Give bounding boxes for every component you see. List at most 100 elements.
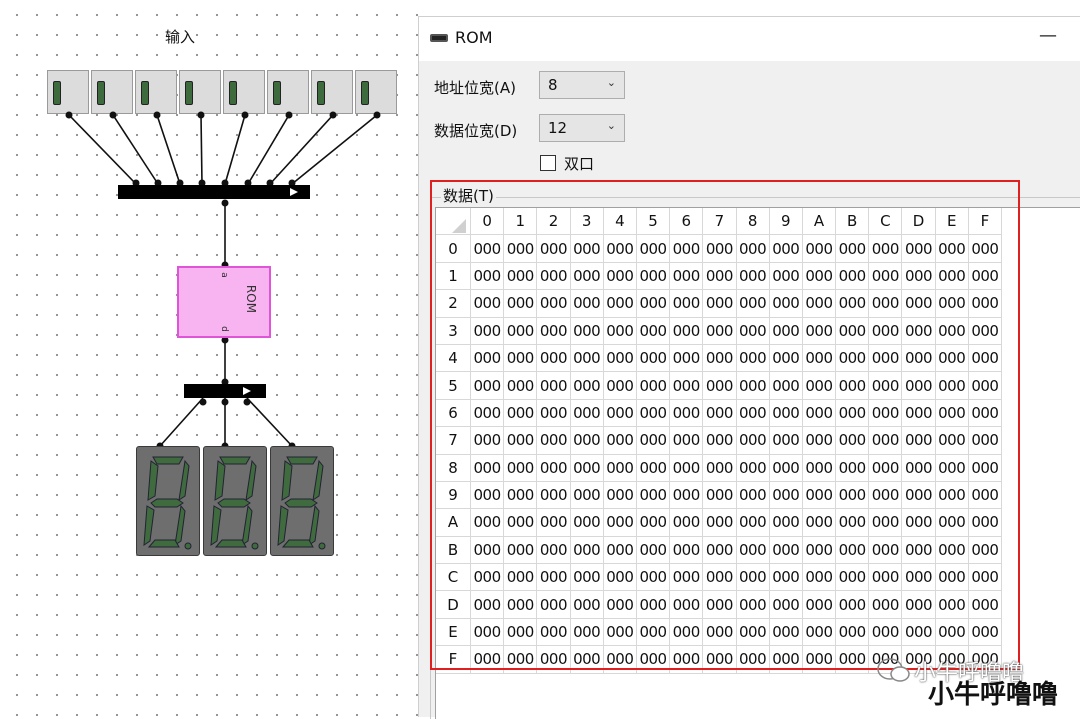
table-cell[interactable]: 000 <box>802 344 837 373</box>
table-cell[interactable]: 000 <box>702 454 737 482</box>
table-cell[interactable]: 000 <box>835 317 870 345</box>
table-cell[interactable]: 000 <box>570 344 604 373</box>
table-cell[interactable]: 000 <box>669 563 704 592</box>
table-cell[interactable]: 000 <box>570 399 604 428</box>
table-cell[interactable]: 000 <box>868 234 903 263</box>
table-cell[interactable]: 000 <box>536 645 571 674</box>
table-cell[interactable]: 000 <box>968 234 1003 263</box>
table-cell[interactable]: 000 <box>536 289 571 318</box>
table-cell[interactable]: 000 <box>736 426 770 455</box>
table-cell[interactable]: 000 <box>835 508 870 537</box>
table-cell[interactable]: 000 <box>802 399 837 428</box>
table-cell[interactable]: 000 <box>603 563 637 592</box>
table-cell[interactable]: 000 <box>868 317 903 345</box>
table-cell[interactable]: 000 <box>802 590 837 619</box>
table-cell[interactable]: 000 <box>702 289 737 318</box>
table-cell[interactable]: 000 <box>835 645 870 674</box>
table-cell[interactable]: 000 <box>769 426 803 455</box>
table-cell[interactable]: 000 <box>636 289 671 318</box>
table-cell[interactable]: 000 <box>935 508 969 537</box>
row-header[interactable]: 5 <box>436 371 471 400</box>
table-cell[interactable]: 000 <box>702 344 737 373</box>
circuit-canvas[interactable]: 输入 ROM a d <box>0 0 420 717</box>
table-cell[interactable]: 000 <box>736 454 770 482</box>
column-header[interactable]: B <box>835 208 870 236</box>
row-header[interactable]: 2 <box>436 289 471 318</box>
row-header[interactable]: D <box>436 590 471 619</box>
table-cell[interactable]: 000 <box>603 590 637 619</box>
table-cell[interactable]: 000 <box>636 508 671 537</box>
table-cell[interactable]: 000 <box>901 371 936 400</box>
column-header[interactable]: 0 <box>470 208 505 236</box>
table-corner[interactable] <box>436 208 471 236</box>
table-cell[interactable]: 000 <box>769 234 803 263</box>
table-cell[interactable]: 000 <box>503 454 538 482</box>
table-cell[interactable]: 000 <box>769 344 803 373</box>
rom-data-table[interactable]: 0123456789ABCDEF 0 000 000 000 000 000 000 000 0… <box>436 208 1003 674</box>
table-cell[interactable]: 000 <box>835 371 870 400</box>
table-cell[interactable]: 000 <box>603 289 637 318</box>
table-cell[interactable]: 000 <box>470 371 505 400</box>
table-cell[interactable]: 000 <box>636 371 671 400</box>
table-cell[interactable]: 000 <box>669 317 704 345</box>
table-cell[interactable]: 000 <box>570 508 604 537</box>
table-cell[interactable]: 000 <box>536 454 571 482</box>
table-cell[interactable]: 000 <box>868 590 903 619</box>
row-header[interactable]: 3 <box>436 317 471 345</box>
table-cell[interactable]: 000 <box>636 426 671 455</box>
table-cell[interactable]: 000 <box>702 645 737 674</box>
table-cell[interactable]: 000 <box>935 399 969 428</box>
table-cell[interactable]: 000 <box>769 262 803 291</box>
table-cell[interactable]: 000 <box>868 536 903 565</box>
table-cell[interactable]: 000 <box>935 426 969 455</box>
table-cell[interactable]: 000 <box>636 481 671 510</box>
table-cell[interactable]: 000 <box>669 234 704 263</box>
table-cell[interactable]: 000 <box>736 399 770 428</box>
table-cell[interactable]: 000 <box>802 481 837 510</box>
table-cell[interactable]: 000 <box>503 234 538 263</box>
table-cell[interactable]: 000 <box>935 618 969 647</box>
row-header[interactable]: 4 <box>436 344 471 373</box>
column-header[interactable]: 2 <box>536 208 571 236</box>
table-cell[interactable]: 000 <box>603 618 637 647</box>
rom-component[interactable]: ROM a d <box>177 266 271 338</box>
table-cell[interactable]: 000 <box>901 399 936 428</box>
table-cell[interactable]: 000 <box>636 262 671 291</box>
table-cell[interactable]: 000 <box>669 618 704 647</box>
table-cell[interactable]: 000 <box>868 426 903 455</box>
table-cell[interactable]: 000 <box>702 262 737 291</box>
table-cell[interactable]: 000 <box>470 344 505 373</box>
row-header[interactable]: B <box>436 536 471 565</box>
table-cell[interactable]: 000 <box>603 371 637 400</box>
table-cell[interactable]: 000 <box>835 399 870 428</box>
table-cell[interactable]: 000 <box>669 645 704 674</box>
table-cell[interactable]: 000 <box>868 618 903 647</box>
column-header[interactable]: A <box>802 208 837 236</box>
table-cell[interactable]: 000 <box>736 234 770 263</box>
dialog-titlebar[interactable]: ROM — <box>419 17 1080 61</box>
table-cell[interactable]: 000 <box>968 563 1003 592</box>
table-cell[interactable]: 000 <box>802 289 837 318</box>
table-cell[interactable]: 000 <box>769 590 803 619</box>
table-cell[interactable]: 000 <box>470 399 505 428</box>
table-cell[interactable]: 000 <box>570 563 604 592</box>
table-cell[interactable]: 000 <box>570 645 604 674</box>
table-cell[interactable]: 000 <box>702 563 737 592</box>
table-cell[interactable]: 000 <box>736 289 770 318</box>
table-cell[interactable]: 000 <box>536 618 571 647</box>
row-header[interactable]: E <box>436 618 471 647</box>
table-cell[interactable]: 000 <box>470 481 505 510</box>
seven-segment-display[interactable] <box>203 446 267 556</box>
table-cell[interactable]: 000 <box>736 536 770 565</box>
table-cell[interactable]: 000 <box>935 234 969 263</box>
table-cell[interactable]: 000 <box>769 317 803 345</box>
table-cell[interactable]: 000 <box>901 262 936 291</box>
table-cell[interactable]: 000 <box>669 454 704 482</box>
column-header[interactable]: 1 <box>503 208 538 236</box>
table-cell[interactable]: 000 <box>603 481 637 510</box>
table-cell[interactable]: 000 <box>802 426 837 455</box>
table-cell[interactable]: 000 <box>470 645 505 674</box>
table-cell[interactable]: 000 <box>669 590 704 619</box>
table-cell[interactable]: 000 <box>669 371 704 400</box>
table-cell[interactable]: 000 <box>968 344 1003 373</box>
